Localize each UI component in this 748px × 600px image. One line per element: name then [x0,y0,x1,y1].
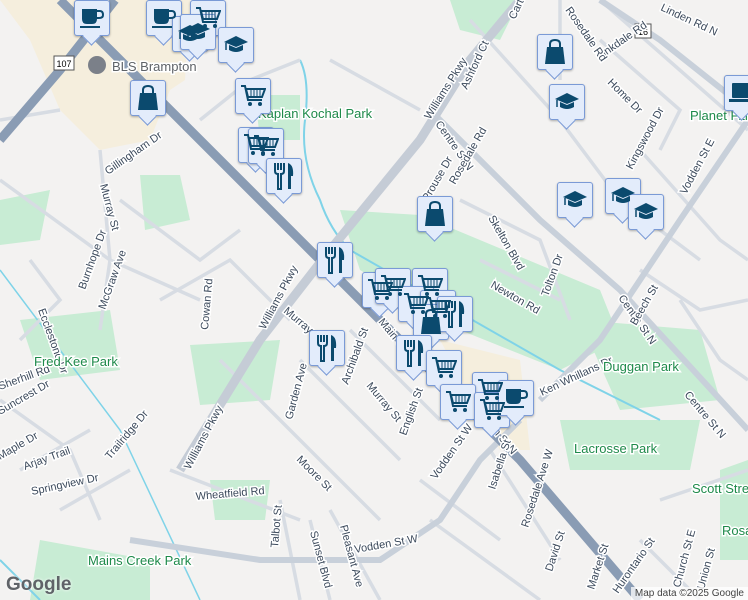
route-shield-107: 107 [56,59,71,69]
restaurant-icon [274,163,294,190]
cart-marker[interactable] [426,350,462,386]
street-label: Home Dr [605,77,645,117]
park-label[interactable]: Fred Kee Park [33,353,120,371]
coffee-marker[interactable] [74,0,110,36]
street-label: Kingswood Dr [624,105,667,171]
restaurant-marker[interactable] [317,242,353,278]
restaurant-icon [404,340,424,367]
laptop-icon [729,83,748,102]
map-viewport[interactable]: 107 16 BLS Brampton Williams Pkwy William… [0,0,748,600]
street-label: Moore St [294,454,334,494]
bag-icon [138,85,158,110]
cart-icon [446,391,471,412]
cart-icon [432,357,457,378]
restaurant-icon [325,247,345,274]
street-label: English St [398,386,426,437]
cart-marker[interactable] [440,384,476,420]
park-label[interactable]: Kaplan Kochal Park [257,105,375,123]
coffee-icon [152,9,176,28]
map-attribution[interactable]: Map data ©2025 Google [630,587,748,600]
poi-label[interactable]: BLS Brampton [111,58,199,76]
street-label: David St [543,530,567,573]
school-icon [186,23,210,39]
school-icon [563,191,587,207]
park-label[interactable]: Scott Street Parkette [691,480,748,498]
park-label[interactable]: Rosalea Park [721,522,748,540]
coffee-icon [504,389,528,408]
restaurant-marker[interactable] [266,158,302,194]
school-icon [555,93,579,109]
park-label[interactable]: Lacrosse Park [573,440,660,458]
school-icon [224,36,248,52]
street-label: Vodden St E [678,137,717,197]
park-label[interactable]: Mains Creek Park [87,552,194,570]
street-label: Cowan Rd [199,278,215,330]
landmark-icon [88,56,106,74]
bag-icon [545,39,565,64]
cart-marker[interactable] [235,78,271,114]
bag-marker[interactable] [537,34,573,70]
school-marker[interactable] [549,84,585,120]
street-label: McGraw Ave [97,249,130,312]
school-marker[interactable] [218,27,254,63]
coffee-icon [80,9,104,28]
street-label: Murray St [97,183,121,232]
bag-icon [421,309,441,334]
street-label: Linden Rd N [659,2,720,39]
street-label: Arjay Trail [22,445,72,473]
cart-icon [241,85,266,106]
street-label: Church St E [671,528,698,588]
cart-icon [480,399,505,420]
street-label: Pleasant Ave [337,524,365,589]
street-label: Garden Ave [283,362,310,421]
park-label[interactable]: Duggan Park [602,358,681,376]
laptop-marker[interactable] [724,75,748,111]
cart-icon [254,135,279,156]
street-label: Talbot St [269,505,285,549]
restaurant-marker[interactable] [309,330,345,366]
restaurant-icon [445,301,465,328]
school-icon [634,203,658,219]
street-label: Williams Pkwy [182,403,226,471]
bag-icon [425,201,445,226]
street-label: Union St [695,547,718,591]
school-marker[interactable] [557,182,593,218]
restaurant-icon [317,335,337,362]
bag-marker[interactable] [417,196,453,232]
bag-marker[interactable] [130,80,166,116]
street-label: Murray St [364,380,404,424]
google-logo: Google [6,574,72,595]
